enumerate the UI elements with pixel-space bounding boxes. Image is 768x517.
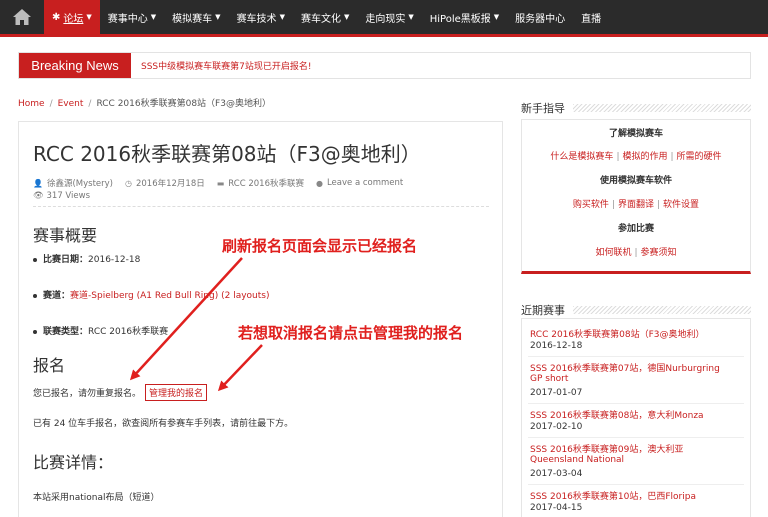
- guide-link[interactable]: 模拟的作用: [622, 152, 667, 162]
- arrow-to-manage-button: [217, 344, 263, 392]
- event-date: 2017-01-07: [530, 388, 583, 398]
- guide-heading: 新手指导: [521, 100, 751, 116]
- event-date: 2017-03-04: [530, 469, 583, 479]
- events-heading: 近期赛事: [521, 302, 751, 318]
- guide-links-row: 购买软件 | 界面翻译 | 软件设置: [572, 200, 700, 210]
- guide-widget: 了解模拟赛车 什么是模拟赛车 | 模拟的作用 | 所需的硬件 使用模拟赛车软件 购买软件…: [521, 119, 751, 274]
- guide-section-title: 参加比赛: [617, 224, 654, 234]
- guide-section-title: 了解模拟赛车: [608, 129, 663, 139]
- event-date: 2016-12-18: [530, 341, 583, 351]
- guide-link[interactable]: 如何联机: [595, 248, 631, 258]
- guide-link[interactable]: 软件设置: [663, 200, 699, 210]
- event-date: 2017-04-15: [530, 503, 583, 513]
- event-link[interactable]: Queensland National: [530, 455, 624, 465]
- recent-events-widget: RCC 2016秋季联赛第08站（F3@奥地利） 2016-12-18 SSS …: [521, 318, 751, 517]
- event-link[interactable]: GP short: [530, 374, 568, 384]
- event-link[interactable]: RCC 2016秋季联赛第08站（F3@奥地利）: [530, 327, 705, 340]
- guide-link[interactable]: 界面翻译: [618, 200, 654, 210]
- guide-link[interactable]: 参赛须知: [641, 248, 677, 258]
- event-date: 2017-02-10: [530, 422, 583, 432]
- guide-links-row: 如何联机 | 参赛须知: [595, 248, 677, 258]
- guide-links-row: 什么是模拟赛车 | 模拟的作用 | 所需的硬件: [550, 152, 722, 162]
- guide-link[interactable]: 什么是模拟赛车: [550, 152, 613, 162]
- event-link[interactable]: SSS 2016秋季联赛第08站，意大利Monza: [530, 408, 704, 421]
- event-link[interactable]: SSS 2016秋季联赛第07站，德国Nurburgring: [530, 361, 720, 374]
- guide-link[interactable]: 购买软件: [573, 200, 609, 210]
- guide-section-title: 使用模拟赛车软件: [599, 176, 672, 186]
- event-link[interactable]: SSS 2016秋季联赛第10站，巴西Floripa: [530, 489, 696, 502]
- event-link[interactable]: SSS 2016秋季联赛第09站，澳大利亚: [530, 442, 683, 455]
- guide-link[interactable]: 所需的硬件: [677, 152, 722, 162]
- arrow-to-signup-status: [129, 257, 243, 381]
